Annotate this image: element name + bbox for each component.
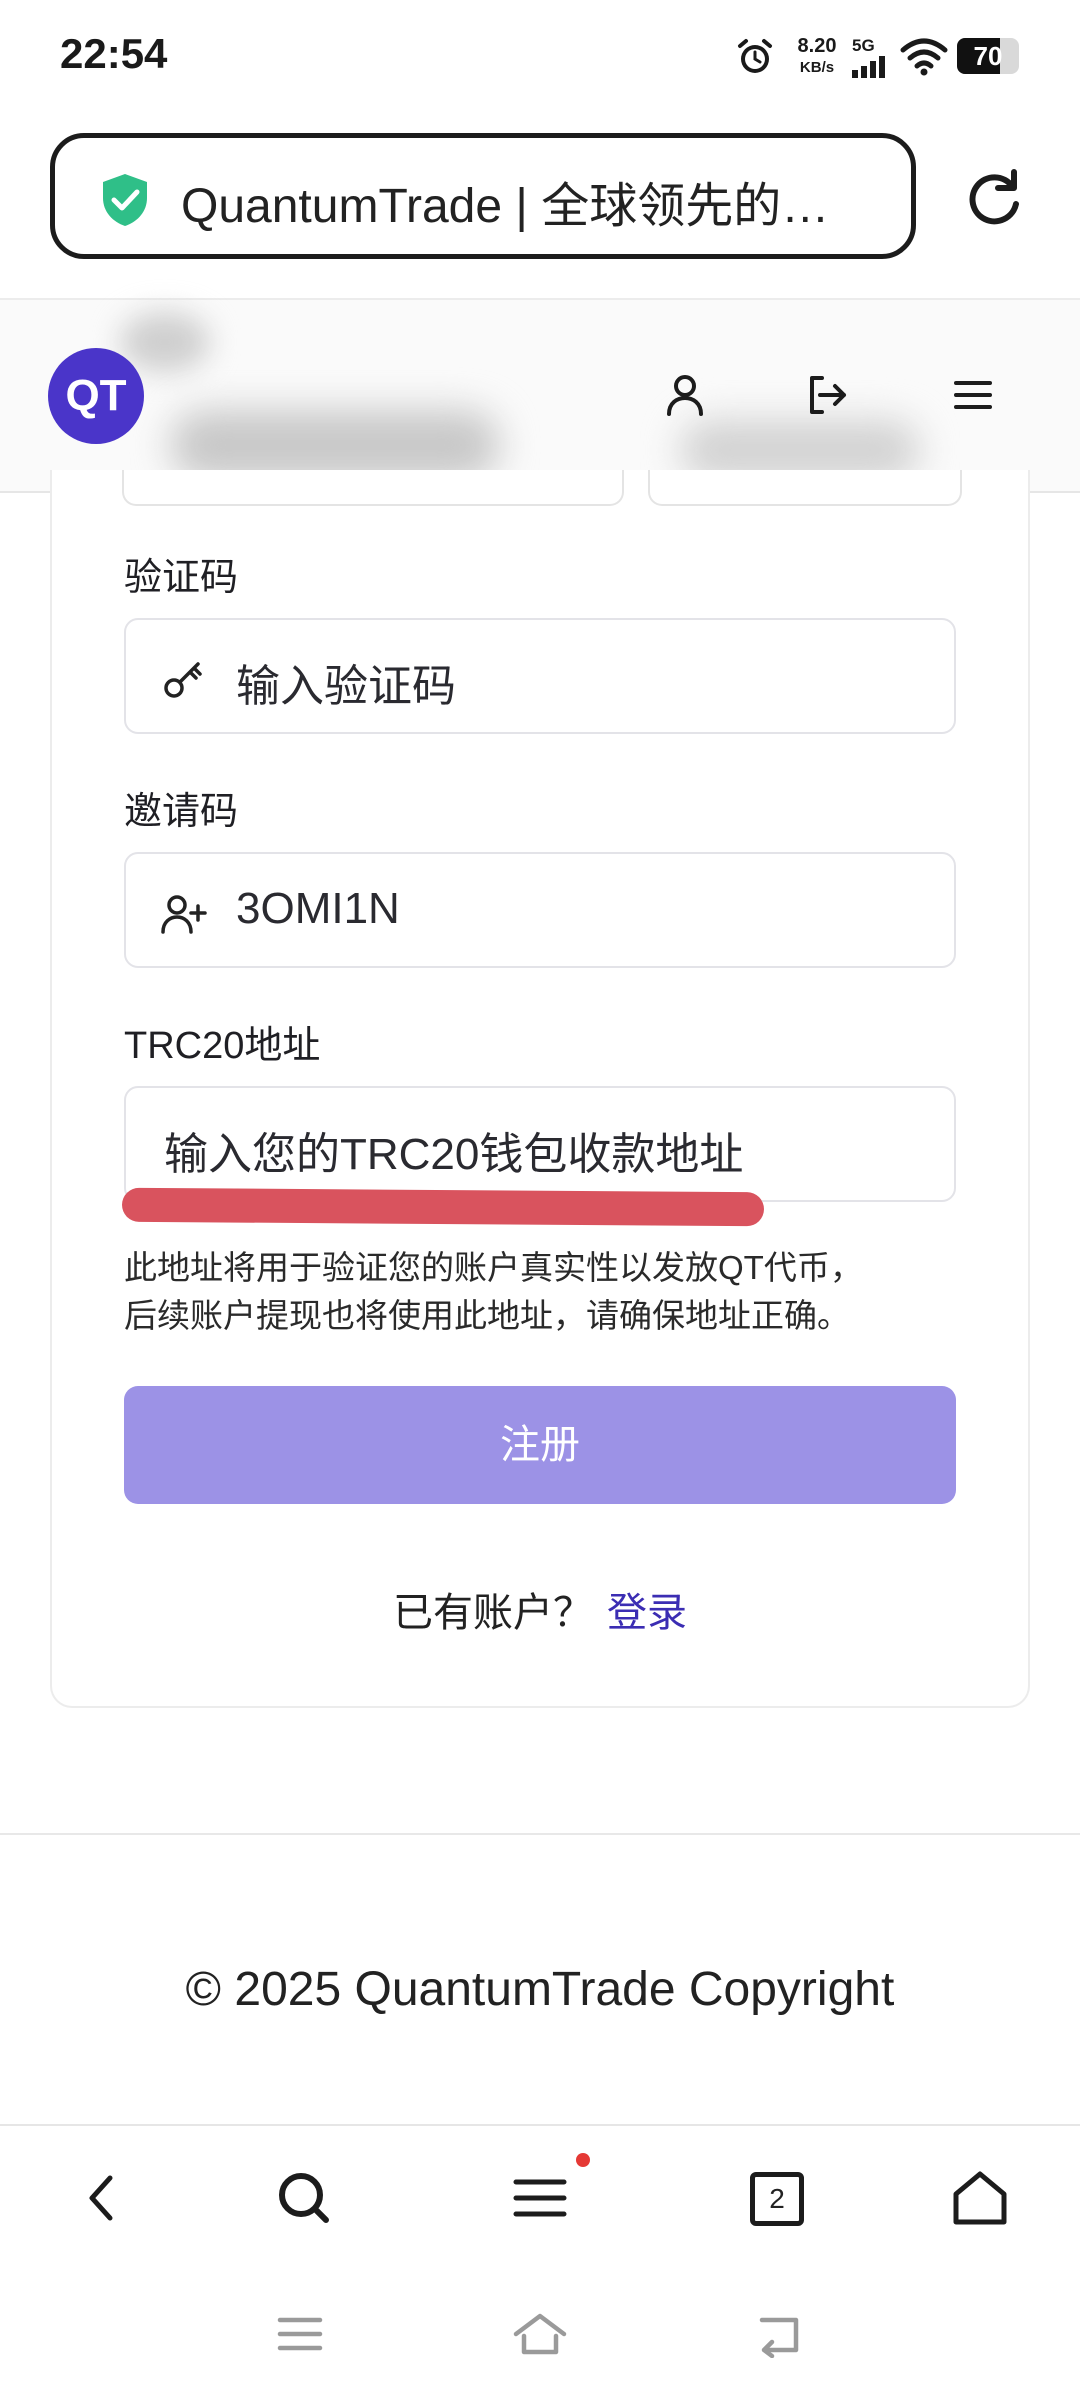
notification-dot [576, 2153, 590, 2167]
site-logo[interactable]: QT [48, 348, 144, 444]
login-link[interactable]: 登录 [607, 1591, 687, 1635]
battery-level: 70 [973, 41, 1003, 71]
tabs-icon[interactable]: 2 [750, 2172, 804, 2226]
sys-menu-icon[interactable] [276, 2312, 324, 2356]
captcha-input[interactable]: 输入验证码 [124, 618, 956, 734]
net-speed: 8.20 KB/s [786, 36, 848, 78]
copyright-text: © 2025 QuantumTrade Copyright [185, 1963, 895, 2016]
search-icon[interactable] [274, 2168, 334, 2228]
menu-icon[interactable] [510, 2168, 570, 2228]
note-line-2: 后续账户提现也将使用此地址，请确保地址正确。 [124, 1297, 850, 1334]
invite-code-input[interactable]: 3OMI1N [124, 852, 956, 968]
alarm-icon [738, 39, 772, 73]
form-field-partial[interactable] [122, 470, 624, 506]
trc20-label: TRC20地址 [124, 1025, 321, 1067]
key-icon [164, 662, 202, 698]
user-icon[interactable] [660, 370, 710, 420]
redacted-area [120, 312, 210, 372]
invite-code-value: 3OMI1N [236, 884, 400, 933]
battery-indicator: 70 [957, 38, 1019, 74]
footer-divider [0, 2124, 1080, 2126]
form-field-partial[interactable] [648, 470, 962, 506]
reload-icon[interactable] [962, 166, 1026, 230]
network-type: 5G [852, 36, 875, 55]
hamburger-icon[interactable] [948, 370, 998, 420]
address-bar[interactable]: QuantumTrade | 全球领先的… [50, 133, 916, 259]
address-note: 此地址将用于验证您的账户真实性以发放QT代币， 后续账户提现也将使用此地址，请确… [124, 1244, 964, 1340]
logout-icon[interactable] [802, 370, 852, 420]
red-annotation-mark [121, 1187, 765, 1227]
trc20-address-input[interactable]: 输入您的TRC20钱包收款地址 [124, 1086, 956, 1202]
register-button[interactable]: 注册 [124, 1386, 956, 1504]
tabs-count: 2 [769, 2183, 785, 2214]
captcha-placeholder: 输入验证码 [236, 662, 456, 711]
net-speed-value: 8.20 [797, 35, 837, 57]
sys-back-icon[interactable] [756, 2312, 806, 2358]
sys-home-icon[interactable] [510, 2312, 570, 2360]
footer-divider [0, 1833, 1080, 1835]
page-title: QuantumTrade | 全球领先的… [181, 180, 830, 233]
trc20-placeholder: 输入您的TRC20钱包收款地址 [164, 1130, 744, 1179]
invite-label: 邀请码 [124, 791, 239, 833]
home-icon[interactable] [948, 2168, 1012, 2228]
shield-icon [103, 174, 147, 226]
note-line-1: 此地址将用于验证您的账户真实性以发放QT代币， [124, 1249, 863, 1286]
back-icon[interactable] [76, 2168, 126, 2228]
user-plus-icon [161, 895, 207, 934]
status-time: 22:54 [60, 30, 168, 77]
captcha-label: 验证码 [124, 557, 239, 599]
signal-icon [852, 56, 885, 78]
have-account-text: 已有账户？ [393, 1591, 593, 1635]
login-prompt: 已有账户？ 登录 [0, 1580, 1080, 1638]
net-speed-unit: KB/s [799, 59, 835, 76]
wifi-icon [900, 38, 948, 76]
